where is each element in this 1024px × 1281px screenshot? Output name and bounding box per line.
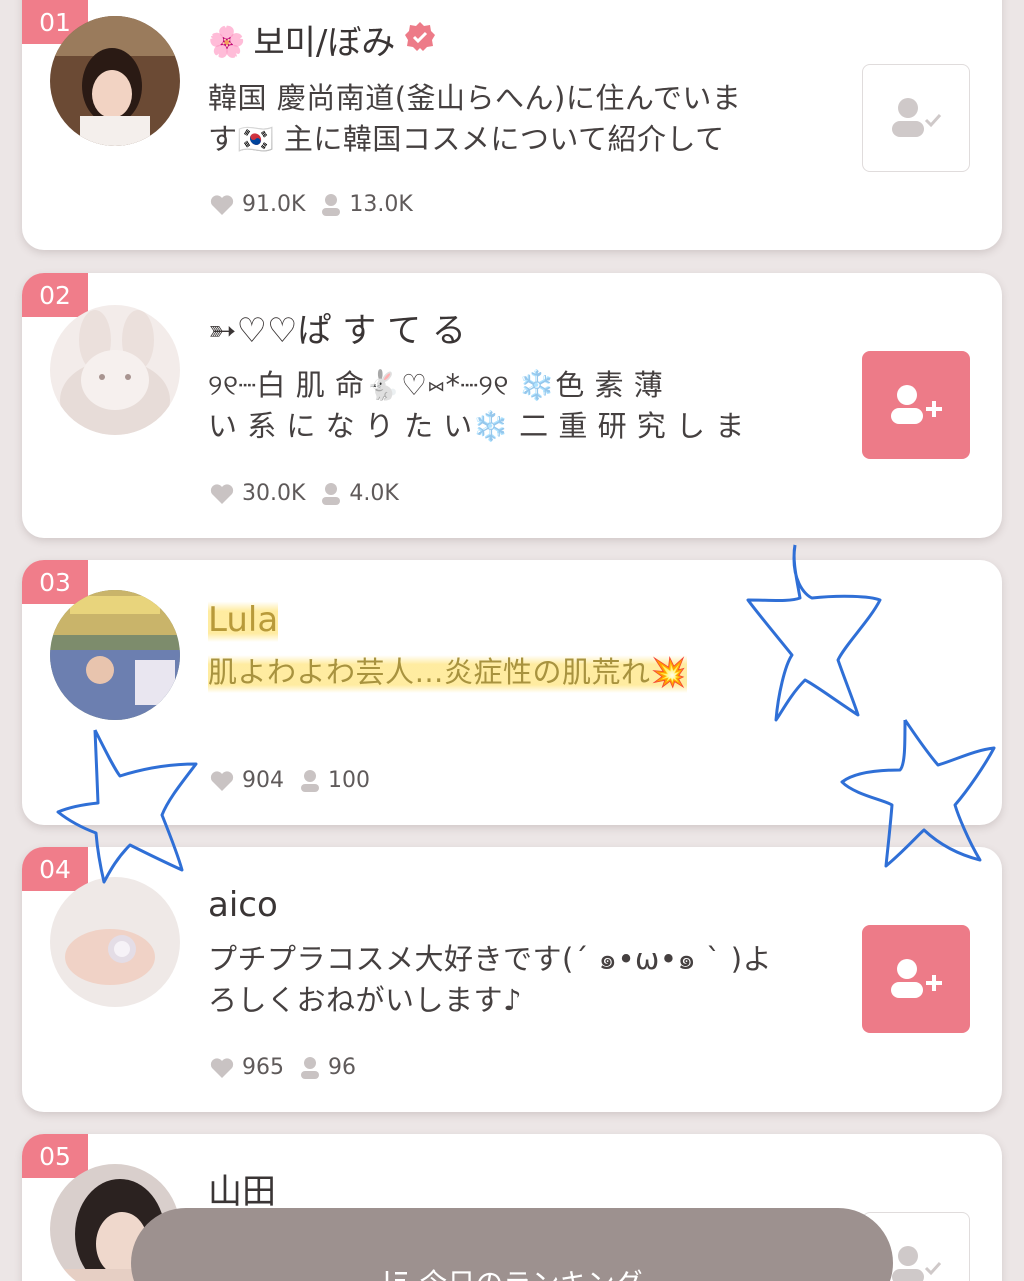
follower-count: 100 — [328, 768, 370, 793]
heart-icon — [210, 483, 234, 504]
user-stats: 904 100 — [210, 768, 376, 793]
add-user-icon — [891, 959, 942, 998]
user-stats: 91.0K 13.0K — [210, 192, 419, 217]
like-count: 965 — [242, 1055, 284, 1080]
following-button[interactable] — [862, 64, 970, 172]
user-name[interactable]: Lula — [208, 598, 279, 642]
follower-count: 96 — [328, 1055, 356, 1080]
ranking-card[interactable]: 04 aico プチプラコスメ大好きです(´ ๑•ω•๑ ` )よ ろしくおねが… — [22, 847, 1002, 1112]
ranking-screen: 01 🌸 보미/ぼみ 韓国 慶尚南道(釜山らへん)に住んでいま す🇰🇷 主に韓国… — [0, 0, 1024, 1281]
user-name[interactable]: ➳♡♡ぱ す て る — [208, 309, 466, 353]
follower-count: 4.0K — [349, 481, 399, 506]
follow-button[interactable] — [862, 925, 970, 1033]
user-icon — [322, 193, 341, 216]
heart-icon — [210, 194, 234, 215]
flower-icon: 🌸 — [208, 24, 246, 60]
avatar[interactable] — [50, 877, 180, 1007]
heart-icon — [210, 770, 234, 791]
user-icon — [301, 1056, 319, 1079]
user-icon — [322, 482, 341, 505]
avatar[interactable] — [50, 590, 180, 720]
user-bio: 韓国 慶尚南道(釜山らへん)に住んでいま す🇰🇷 主に韓国コスメについて紹介して — [208, 81, 742, 156]
user-bio: 肌よわよわ芸人…炎症性の肌荒れ💥 — [208, 652, 808, 693]
user-name[interactable]: aico — [208, 883, 278, 927]
heart-icon — [210, 1057, 234, 1078]
follower-count: 13.0K — [349, 192, 413, 217]
rank-badge: 04 — [22, 847, 88, 891]
user-stats: 30.0K 4.0K — [210, 481, 405, 506]
user-bio: プチプラコスメ大好きです(´ ๑•ω•๑ ` )よ ろしくおねがいします♪ — [208, 942, 773, 1017]
rank-badge: 05 — [22, 1134, 88, 1178]
user-check-icon — [892, 98, 942, 137]
daily-ranking-label: 今日のランキング — [419, 1262, 642, 1281]
avatar[interactable] — [50, 305, 180, 435]
like-count: 91.0K — [242, 192, 306, 217]
ranking-card[interactable]: 03 Lula 肌よわよわ芸人…炎症性の肌荒れ💥 904 100 — [22, 560, 1002, 825]
user-icon — [301, 769, 319, 792]
user-check-icon — [892, 1246, 942, 1281]
rank-badge: 02 — [22, 273, 88, 317]
user-bio: ୨୧┈白 肌 命🐇♡⑅*┈୨୧ ❄️色 素 薄 い 系 に な り た い❄️ … — [208, 368, 745, 443]
daily-ranking-bar[interactable]: 今日のランキング — [131, 1208, 893, 1281]
sort-icon — [386, 1271, 408, 1281]
verified-icon — [403, 20, 437, 65]
ranking-card[interactable]: 02 ➳♡♡ぱ す て る ୨୧┈白 肌 命🐇♡⑅*┈୨୧ ❄️色 素 薄 い … — [22, 273, 1002, 538]
user-stats: 965 96 — [210, 1055, 362, 1080]
rank-badge: 03 — [22, 560, 88, 604]
follow-button[interactable] — [862, 351, 970, 459]
avatar[interactable] — [50, 16, 180, 146]
like-count: 904 — [242, 768, 284, 793]
user-name[interactable]: 🌸 보미/ぼみ — [208, 20, 437, 65]
like-count: 30.0K — [242, 481, 306, 506]
ranking-card[interactable]: 01 🌸 보미/ぼみ 韓国 慶尚南道(釜山らへん)に住んでいま す🇰🇷 主に韓国… — [22, 0, 1002, 250]
add-user-icon — [891, 385, 942, 424]
